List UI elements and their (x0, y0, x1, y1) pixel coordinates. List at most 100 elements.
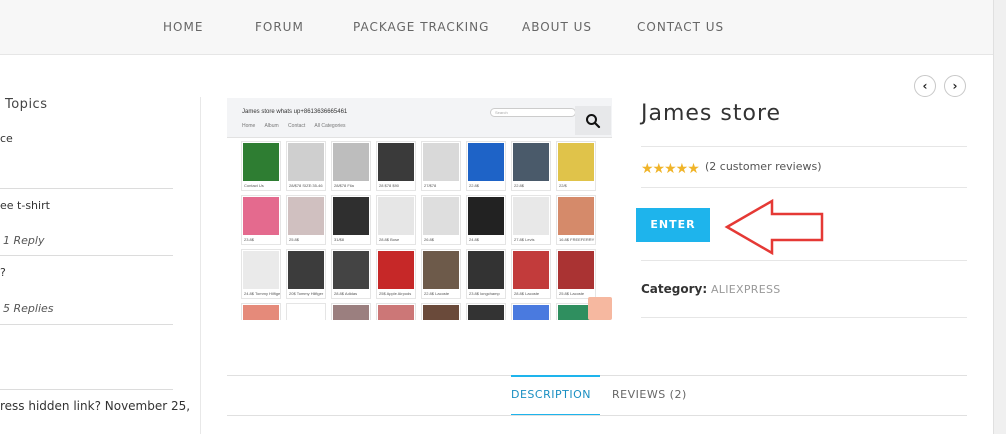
product-thumbnail: 22.8$ Lacoste (421, 249, 461, 299)
topic-divider (0, 389, 173, 390)
topic-reply-count[interactable]: 1 Reply (3, 234, 44, 247)
thumbnail-caption: 27.8$ Levis (514, 237, 535, 242)
product-thumbnail: 25.8$ Lacoste (556, 249, 596, 299)
window-scrollbar[interactable] (993, 0, 1006, 434)
thumbnail-image (468, 305, 504, 320)
divider (641, 317, 967, 318)
nav-about-us[interactable]: ABOUT US (522, 20, 592, 34)
product-thumbnail: 25.8$ (286, 195, 326, 245)
nav-contact-us[interactable]: CONTACT US (637, 20, 724, 34)
product-thumbnail (331, 303, 371, 320)
topic-link[interactable]: ee t-shirt (0, 199, 50, 212)
product-thumbnail: 16.8$ FREEFERRY (556, 195, 596, 245)
nav-package-tracking[interactable]: PACKAGE TRACKING (353, 20, 489, 34)
thumbnail-caption: 22.8$ Lacoste (424, 291, 450, 296)
product-thumbnail: 23.8$ longchamp (466, 249, 506, 299)
thumbnail-caption: 28/$78 Fila (334, 183, 354, 188)
thumbnail-caption: 31/$8 (334, 237, 345, 242)
active-tab-indicator (511, 375, 600, 377)
thumbnail-caption: 28.8$ Lacoste (514, 291, 540, 296)
store-header: James store whats up+8613636665461 Home … (227, 98, 612, 138)
nav-home[interactable]: HOME (163, 20, 203, 34)
category-link[interactable]: ALIEXPRESS (711, 283, 781, 296)
product-image[interactable]: James store whats up+8613636665461 Home … (227, 98, 612, 320)
thumbnail-caption: 22.8$ (514, 183, 525, 188)
star-rating: ★★★★★ (641, 160, 700, 176)
tab-description[interactable]: DESCRIPTION (511, 388, 591, 401)
thumbnail-image (513, 305, 549, 320)
product-thumbnail: 22.8$ (466, 141, 506, 191)
thumbnail-caption: 24.8$ Tommy Hilfiger (244, 291, 280, 296)
topic-link[interactable]: ? (0, 266, 6, 279)
thumbnail-caption: 27/$78 (424, 183, 437, 188)
thumbnail-image (423, 251, 459, 289)
thumbnail-caption: 22.8$ (469, 183, 480, 188)
thumbnail-caption: 25$ Apple Airpods (379, 291, 412, 296)
thumbnail-caption: 26.8$ (424, 237, 435, 242)
product-thumbnail (421, 303, 461, 320)
product-thumbnail: 24.8$ Tommy Hilfiger (241, 249, 281, 299)
store-nav-item: Contact (288, 123, 306, 129)
thumbnail-caption: 23.8$ longchamp (469, 291, 500, 296)
thumbnail-image (513, 251, 549, 289)
store-search-button (575, 106, 611, 135)
thumbnail-image (333, 143, 369, 181)
topic-reply-count[interactable]: 5 Replies (3, 302, 54, 315)
next-product-button[interactable]: › (944, 75, 966, 97)
thumbnail-image (423, 143, 459, 181)
thumbnail-image (378, 305, 414, 320)
product-thumbnail: 22/$ (556, 141, 596, 191)
product-thumbnail: 27.8$ Levis (511, 195, 551, 245)
annotation-arrow-icon (724, 198, 824, 256)
thumbnail-image (288, 305, 324, 320)
chat-badge-icon (588, 297, 612, 320)
product-thumbnail: 28/$78 SIZE:35-46 (286, 141, 326, 191)
thumbnail-image (333, 305, 369, 320)
topic-link[interactable]: ce (0, 132, 13, 145)
thumbnail-caption: 22/$ (559, 183, 567, 188)
thumbnail-caption: 28/$78 SIZE:35-46 (289, 183, 323, 188)
product-thumbnail (241, 303, 281, 320)
product-thumbnail: 22.8$ (511, 141, 551, 191)
thumbnail-caption: 24.8$ (469, 237, 480, 242)
thumbnail-image (288, 251, 324, 289)
product-thumbnail: 28.8$ Adidas (331, 249, 371, 299)
thumbnail-image (333, 197, 369, 235)
store-search-placeholder: Search (495, 110, 508, 115)
tab-reviews[interactable]: REVIEWS (2) (612, 388, 687, 401)
thumbnail-image (423, 197, 459, 235)
prev-product-button[interactable]: ‹ (914, 75, 936, 97)
customer-reviews-link[interactable]: (2 customer reviews) (705, 160, 821, 173)
thumbnail-caption: 28 $78 $90 (379, 183, 400, 188)
thumbnail-caption: 16.8$ FREEFERRY (559, 237, 595, 242)
nav-forum[interactable]: FORUM (255, 20, 304, 34)
product-thumbnail: 28.8$ Bose (376, 195, 416, 245)
thumbnail-caption: Contact Us (244, 183, 264, 188)
thumbnail-image (513, 143, 549, 181)
topic-divider (0, 255, 173, 256)
thumbnail-caption: 20$ Tommy Hilfiger (289, 291, 324, 296)
thumbnail-image (288, 197, 324, 235)
thumbnail-image (243, 305, 279, 320)
topic-link[interactable]: ress hidden link? November 25, (0, 399, 190, 413)
thumbnail-caption: 28.8$ Adidas (334, 291, 358, 296)
product-thumbnail: 27/$78 (421, 141, 461, 191)
product-thumbnail: 31/$8 (331, 195, 371, 245)
store-nav-item: Album (264, 123, 279, 129)
product-thumbnail: 28.8$ Lacoste (511, 249, 551, 299)
product-thumbnail (511, 303, 551, 320)
thumbnail-image (468, 143, 504, 181)
thumbnail-image (558, 251, 594, 289)
category-label: Category: (641, 282, 708, 296)
divider (641, 146, 967, 147)
enter-button[interactable]: ENTER (636, 208, 710, 242)
thumbnail-image (243, 251, 279, 289)
product-thumbnail: 20$ Tommy Hilfiger (286, 249, 326, 299)
thumbnail-image (468, 251, 504, 289)
product-thumbnail: 28/$78 Fila (331, 141, 371, 191)
topics-sidebar: Topics ce ee t-shirt 1 Reply ? 5 Replies… (0, 55, 200, 434)
product-thumbnail (466, 303, 506, 320)
search-icon (586, 114, 601, 129)
thumbnail-caption: 28.8$ Bose (379, 237, 400, 242)
active-tab-underline (511, 414, 600, 415)
